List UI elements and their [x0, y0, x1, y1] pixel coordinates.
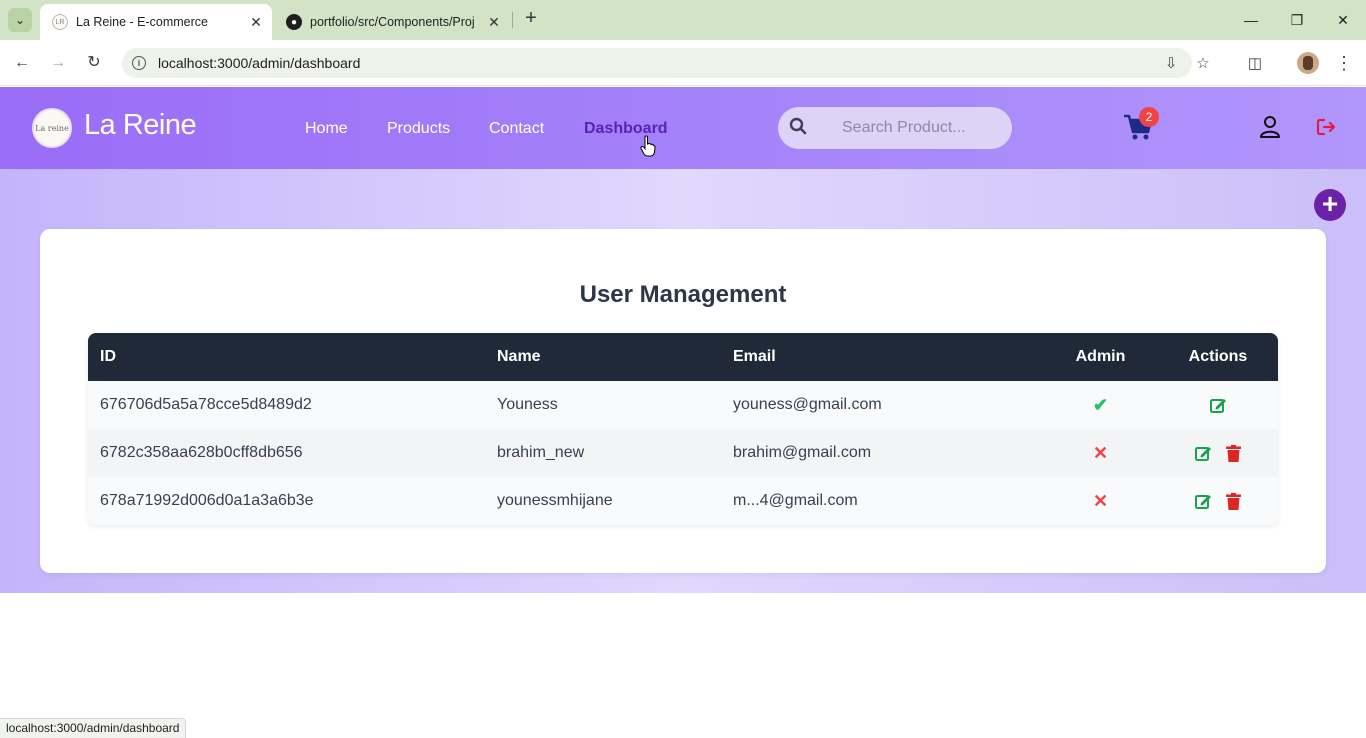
tab-divider	[512, 12, 513, 28]
tab-la-reine[interactable]: LR La Reine - E-commerce ✕	[40, 4, 272, 40]
url-text: localhost:3000/admin/dashboard	[158, 55, 361, 71]
main-content: + User Management ID Name Email Admin Ac…	[0, 169, 1366, 593]
tab-title: portfolio/src/Components/Proj	[310, 15, 475, 29]
site-header: La reine La Reine Home Products Contact …	[0, 87, 1366, 169]
browser-tab-bar: ⌄ LR La Reine - E-commerce ✕ ● portfolio…	[0, 0, 1366, 40]
edit-icon[interactable]	[1209, 397, 1227, 414]
row-actions	[1158, 492, 1278, 510]
extensions-puzzle-icon[interactable]: ◫	[1243, 51, 1267, 75]
close-icon[interactable]: ✕	[484, 14, 504, 31]
browser-menu-icon[interactable]: ⋮	[1332, 51, 1356, 75]
column-header-actions: Actions	[1188, 348, 1248, 365]
table-row: 678a71992d006d0a1a3a6b3e younessmhijane …	[88, 477, 1278, 525]
user-account-icon[interactable]	[1259, 115, 1281, 139]
browser-address-bar: ← → ↻ i localhost:3000/admin/dashboard ⇩…	[0, 40, 1366, 86]
user-email: brahim@gmail.com	[733, 444, 872, 461]
admin-cross-icon: ✕	[1092, 490, 1109, 511]
column-header-email: Email	[733, 348, 776, 365]
column-header-name: Name	[497, 348, 541, 365]
user-id: 678a71992d006d0a1a3a6b3e	[100, 492, 314, 509]
user-name: younessmhijane	[497, 492, 613, 509]
url-omnibox[interactable]: i localhost:3000/admin/dashboard ⇩ ☆	[122, 48, 1210, 78]
window-close-icon[interactable]: ✕	[1331, 8, 1355, 32]
la-reine-logo-icon: LR	[52, 14, 68, 30]
forward-arrow-icon[interactable]: →	[46, 51, 70, 75]
admin-cross-icon: ✕	[1092, 442, 1109, 463]
page-title: User Management	[579, 281, 787, 308]
install-app-icon[interactable]: ⇩	[1160, 48, 1182, 78]
tab-github[interactable]: ● portfolio/src/Components/Proj ✕	[280, 4, 510, 40]
cart-count-badge: 2	[1139, 107, 1159, 127]
logo-small-text: La reine	[35, 123, 69, 133]
trash-icon[interactable]	[1226, 492, 1241, 510]
minimize-icon[interactable]: —	[1239, 8, 1263, 32]
tab-title: La Reine - E-commerce	[76, 15, 208, 29]
user-id: 6782c358aa628b0cff8db656	[100, 444, 303, 461]
table-row: 676706d5a5a78cce5d8489d2 Youness youness…	[88, 381, 1278, 429]
add-plus-button[interactable]: +	[1314, 189, 1346, 221]
restore-icon[interactable]: ❐	[1285, 8, 1309, 32]
nav-contact[interactable]: Contact	[489, 120, 544, 138]
search-bar	[778, 107, 1012, 149]
back-arrow-icon[interactable]: ←	[10, 51, 34, 75]
nav-products[interactable]: Products	[387, 120, 450, 138]
table-row: 6782c358aa628b0cff8db656 brahim_new brah…	[88, 429, 1278, 477]
github-icon: ●	[286, 14, 302, 30]
tab-search-chevron-icon[interactable]: ⌄	[8, 8, 32, 32]
users-table: ID Name Email Admin Actions 676706d5a5a7…	[88, 333, 1278, 525]
user-management-card: User Management ID Name Email Admin Acti…	[40, 229, 1326, 573]
nav-home[interactable]: Home	[305, 120, 348, 138]
admin-check-icon: ✔	[1092, 394, 1109, 415]
user-email: youness@gmail.com	[733, 396, 882, 413]
user-name: brahim_new	[497, 444, 585, 461]
profile-avatar-icon[interactable]	[1296, 51, 1320, 75]
site-info-icon[interactable]: i	[132, 56, 146, 70]
star-bookmark-icon[interactable]: ☆	[1192, 48, 1214, 78]
table-header: ID Name Email Admin Actions	[88, 333, 1278, 381]
column-header-admin: Admin	[1075, 348, 1126, 365]
user-email: m...4@gmail.com	[733, 492, 858, 509]
user-name: Youness	[497, 396, 558, 413]
search-icon[interactable]	[784, 117, 812, 140]
brand-name[interactable]: La Reine	[84, 109, 197, 142]
row-actions	[1158, 397, 1278, 414]
logout-icon[interactable]	[1316, 117, 1336, 137]
trash-icon[interactable]	[1226, 444, 1241, 462]
edit-icon[interactable]	[1195, 493, 1212, 510]
status-bar-url: localhost:3000/admin/dashboard	[0, 718, 187, 738]
close-icon[interactable]: ✕	[246, 14, 266, 31]
column-header-id: ID	[100, 348, 116, 365]
row-actions	[1158, 444, 1278, 462]
user-id: 676706d5a5a78cce5d8489d2	[100, 396, 312, 413]
edit-icon[interactable]	[1195, 445, 1212, 462]
search-input[interactable]	[842, 119, 1012, 137]
new-tab-plus-icon[interactable]: +	[520, 8, 542, 30]
hand-cursor-icon	[640, 135, 656, 157]
reload-icon[interactable]: ↻	[82, 51, 106, 75]
brand-logo-icon[interactable]: La reine	[32, 108, 72, 148]
